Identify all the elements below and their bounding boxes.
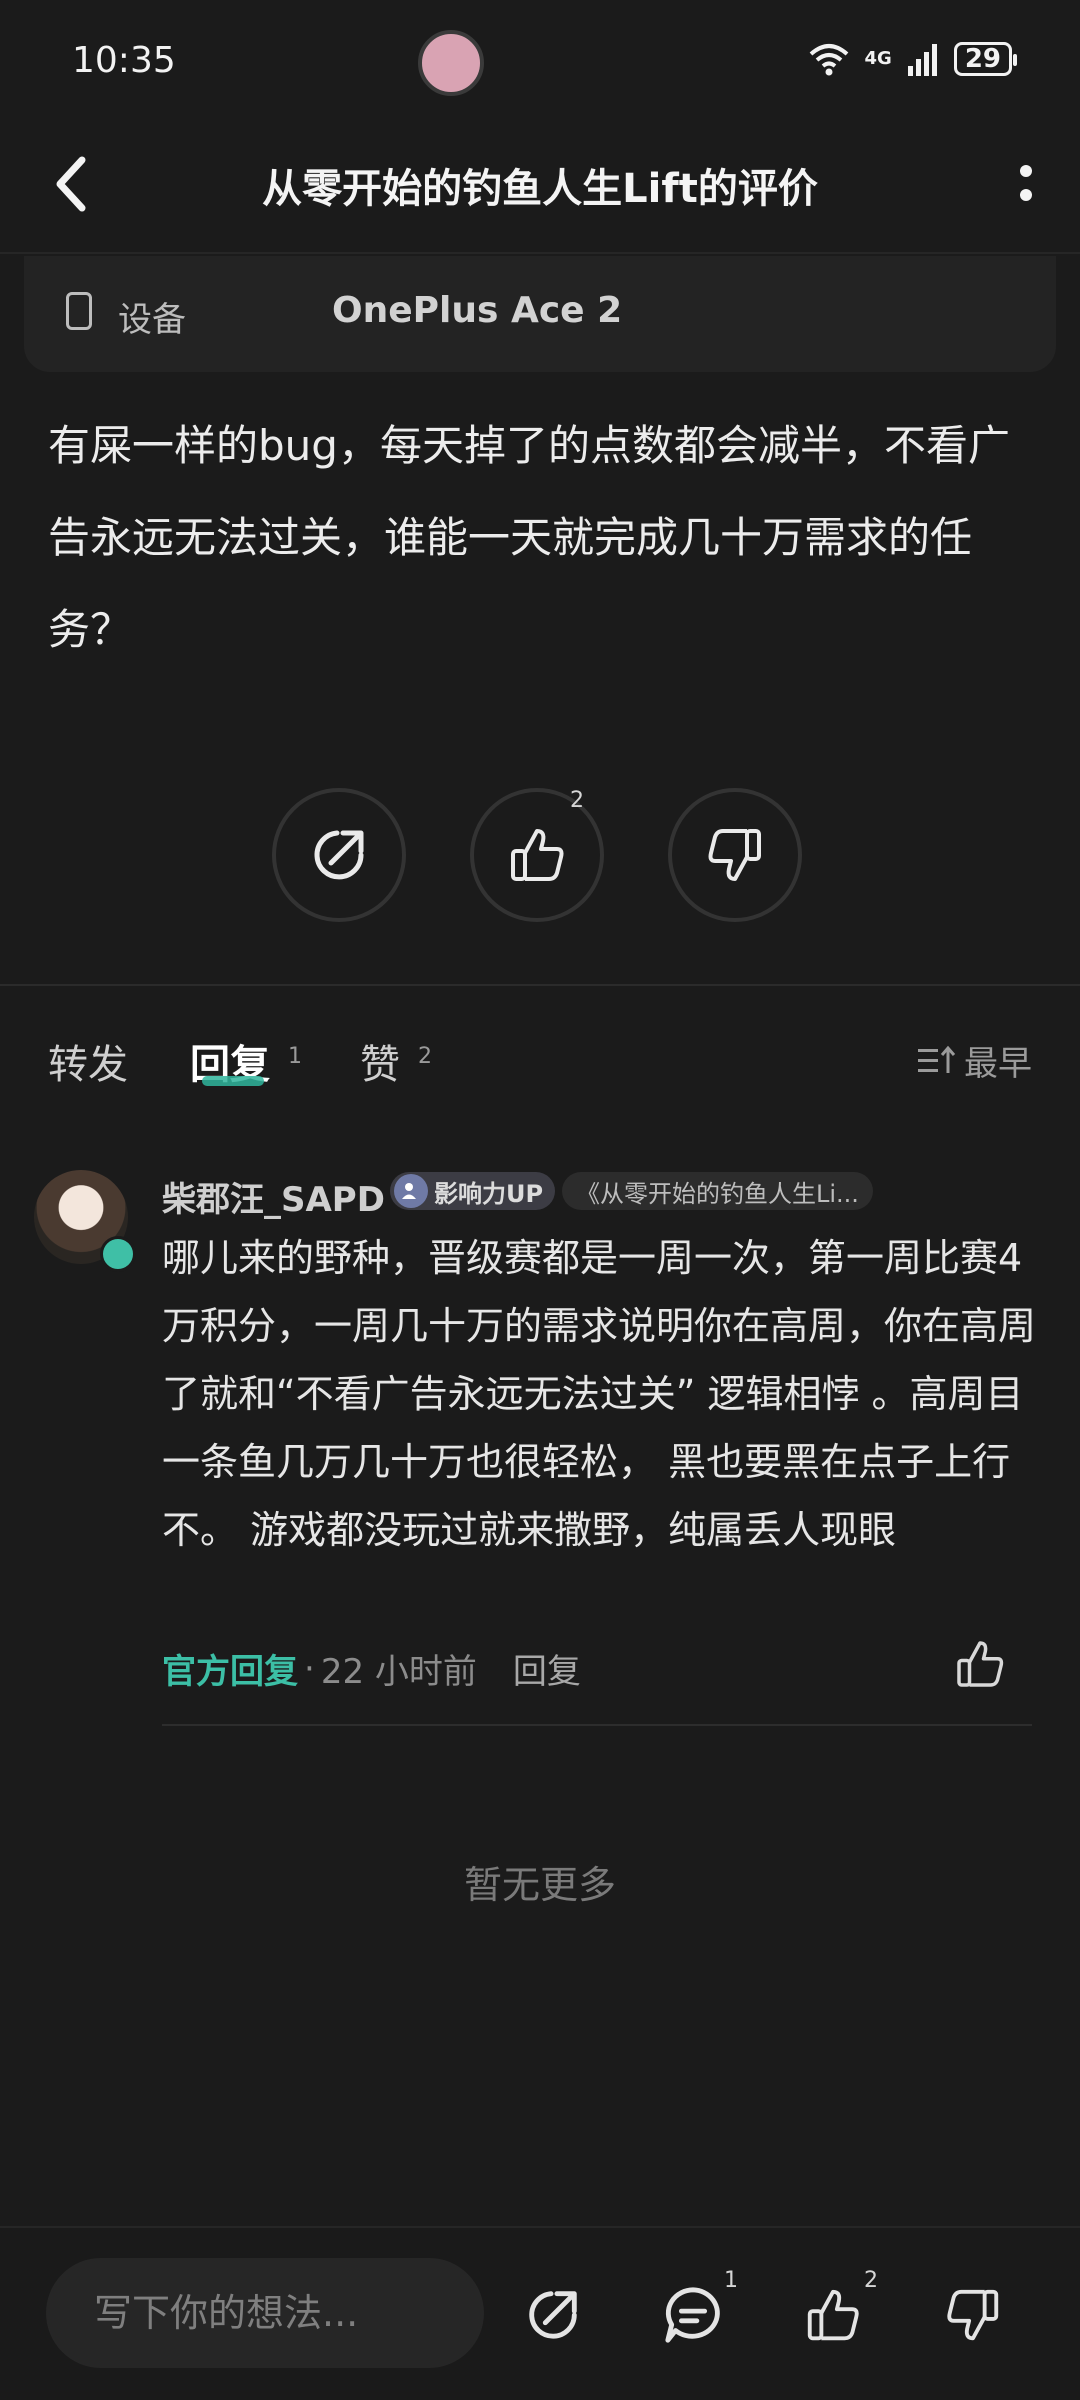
bottom-comment-button[interactable] xyxy=(658,2280,728,2350)
comment-username[interactable]: 柴郡汪_SAPD xyxy=(162,1172,385,1221)
tab-likes[interactable]: 赞 xyxy=(360,1032,400,1090)
device-value: OnePlus Ace 2 xyxy=(332,290,623,331)
signal-icon xyxy=(907,44,937,76)
share-button[interactable] xyxy=(272,788,406,922)
status-time: 10:35 xyxy=(72,40,176,81)
comment-like-icon[interactable] xyxy=(952,1636,1008,1692)
comment-text: 哪儿来的野种，晋级赛都是一周一次，第一周比赛4万积分，一周几十万的需求说明你在高… xyxy=(162,1236,1037,1552)
no-more-text: 暂无更多 xyxy=(463,1863,616,1907)
comment-meta: 官方回复 · 22 小时前 回复 xyxy=(162,1644,581,1693)
tab-forward[interactable]: 转发 xyxy=(48,1032,128,1090)
comment-time: 22 小时前 xyxy=(320,1652,477,1692)
official-reply-label: 官方回复 xyxy=(162,1652,298,1692)
status-indicators: 4G 29 xyxy=(807,42,1018,76)
bottom-like-count: 2 xyxy=(864,2268,878,2293)
reply-link[interactable]: 回复 xyxy=(513,1644,581,1693)
bottom-dislike-button[interactable] xyxy=(938,2280,1008,2350)
sort-icon xyxy=(918,1045,956,1073)
comment-input[interactable] xyxy=(46,2258,484,2368)
phone-icon xyxy=(66,292,92,330)
header-divider xyxy=(0,252,1080,254)
active-tab-indicator xyxy=(202,1076,264,1086)
user-badge-icon xyxy=(394,1174,428,1208)
battery-icon: 29 xyxy=(953,42,1018,76)
network-type: 4G xyxy=(864,48,892,69)
more-options-icon[interactable] xyxy=(1018,164,1034,202)
share-icon xyxy=(529,2291,577,2339)
bottom-like-button[interactable] xyxy=(798,2280,868,2350)
thumbs-up-icon xyxy=(511,829,564,881)
thumbs-down-icon xyxy=(947,2289,999,2341)
thumbs-down-icon xyxy=(708,829,761,881)
bottom-share-button[interactable] xyxy=(518,2280,588,2350)
meta-dot: · xyxy=(304,1648,315,1689)
section-divider xyxy=(0,984,1080,986)
thumbs-up-icon xyxy=(807,2289,859,2341)
verified-badge-icon xyxy=(100,1236,136,1272)
wifi-icon xyxy=(809,44,848,76)
game-tag[interactable]: 《从零开始的钓鱼人生Li... xyxy=(562,1172,873,1210)
like-count: 2 xyxy=(570,788,584,813)
sort-label: 最早 xyxy=(964,1044,1032,1084)
dislike-button[interactable] xyxy=(668,788,802,922)
tab-likes-count: 2 xyxy=(418,1044,432,1069)
bottom-comment-count: 1 xyxy=(724,2268,738,2293)
sort-button[interactable]: 最早 xyxy=(916,1036,1032,1085)
share-icon xyxy=(314,830,364,880)
comment-divider xyxy=(162,1724,1032,1726)
influence-tag: 影响力UP xyxy=(390,1172,556,1210)
influence-tag-label: 影响力UP xyxy=(434,1179,544,1208)
comment-icon xyxy=(665,2287,720,2343)
review-text: 有屎一样的bug，每天掉了的点数都会减半，不看广告永远无法过关，谁能一天就完成几… xyxy=(48,421,1010,654)
tab-replies-count: 1 xyxy=(288,1044,302,1069)
notification-avatar-icon xyxy=(418,30,484,96)
page-title: 从零开始的钓鱼人生Lift的评价 xyxy=(262,166,818,212)
device-label: 设备 xyxy=(118,300,186,340)
